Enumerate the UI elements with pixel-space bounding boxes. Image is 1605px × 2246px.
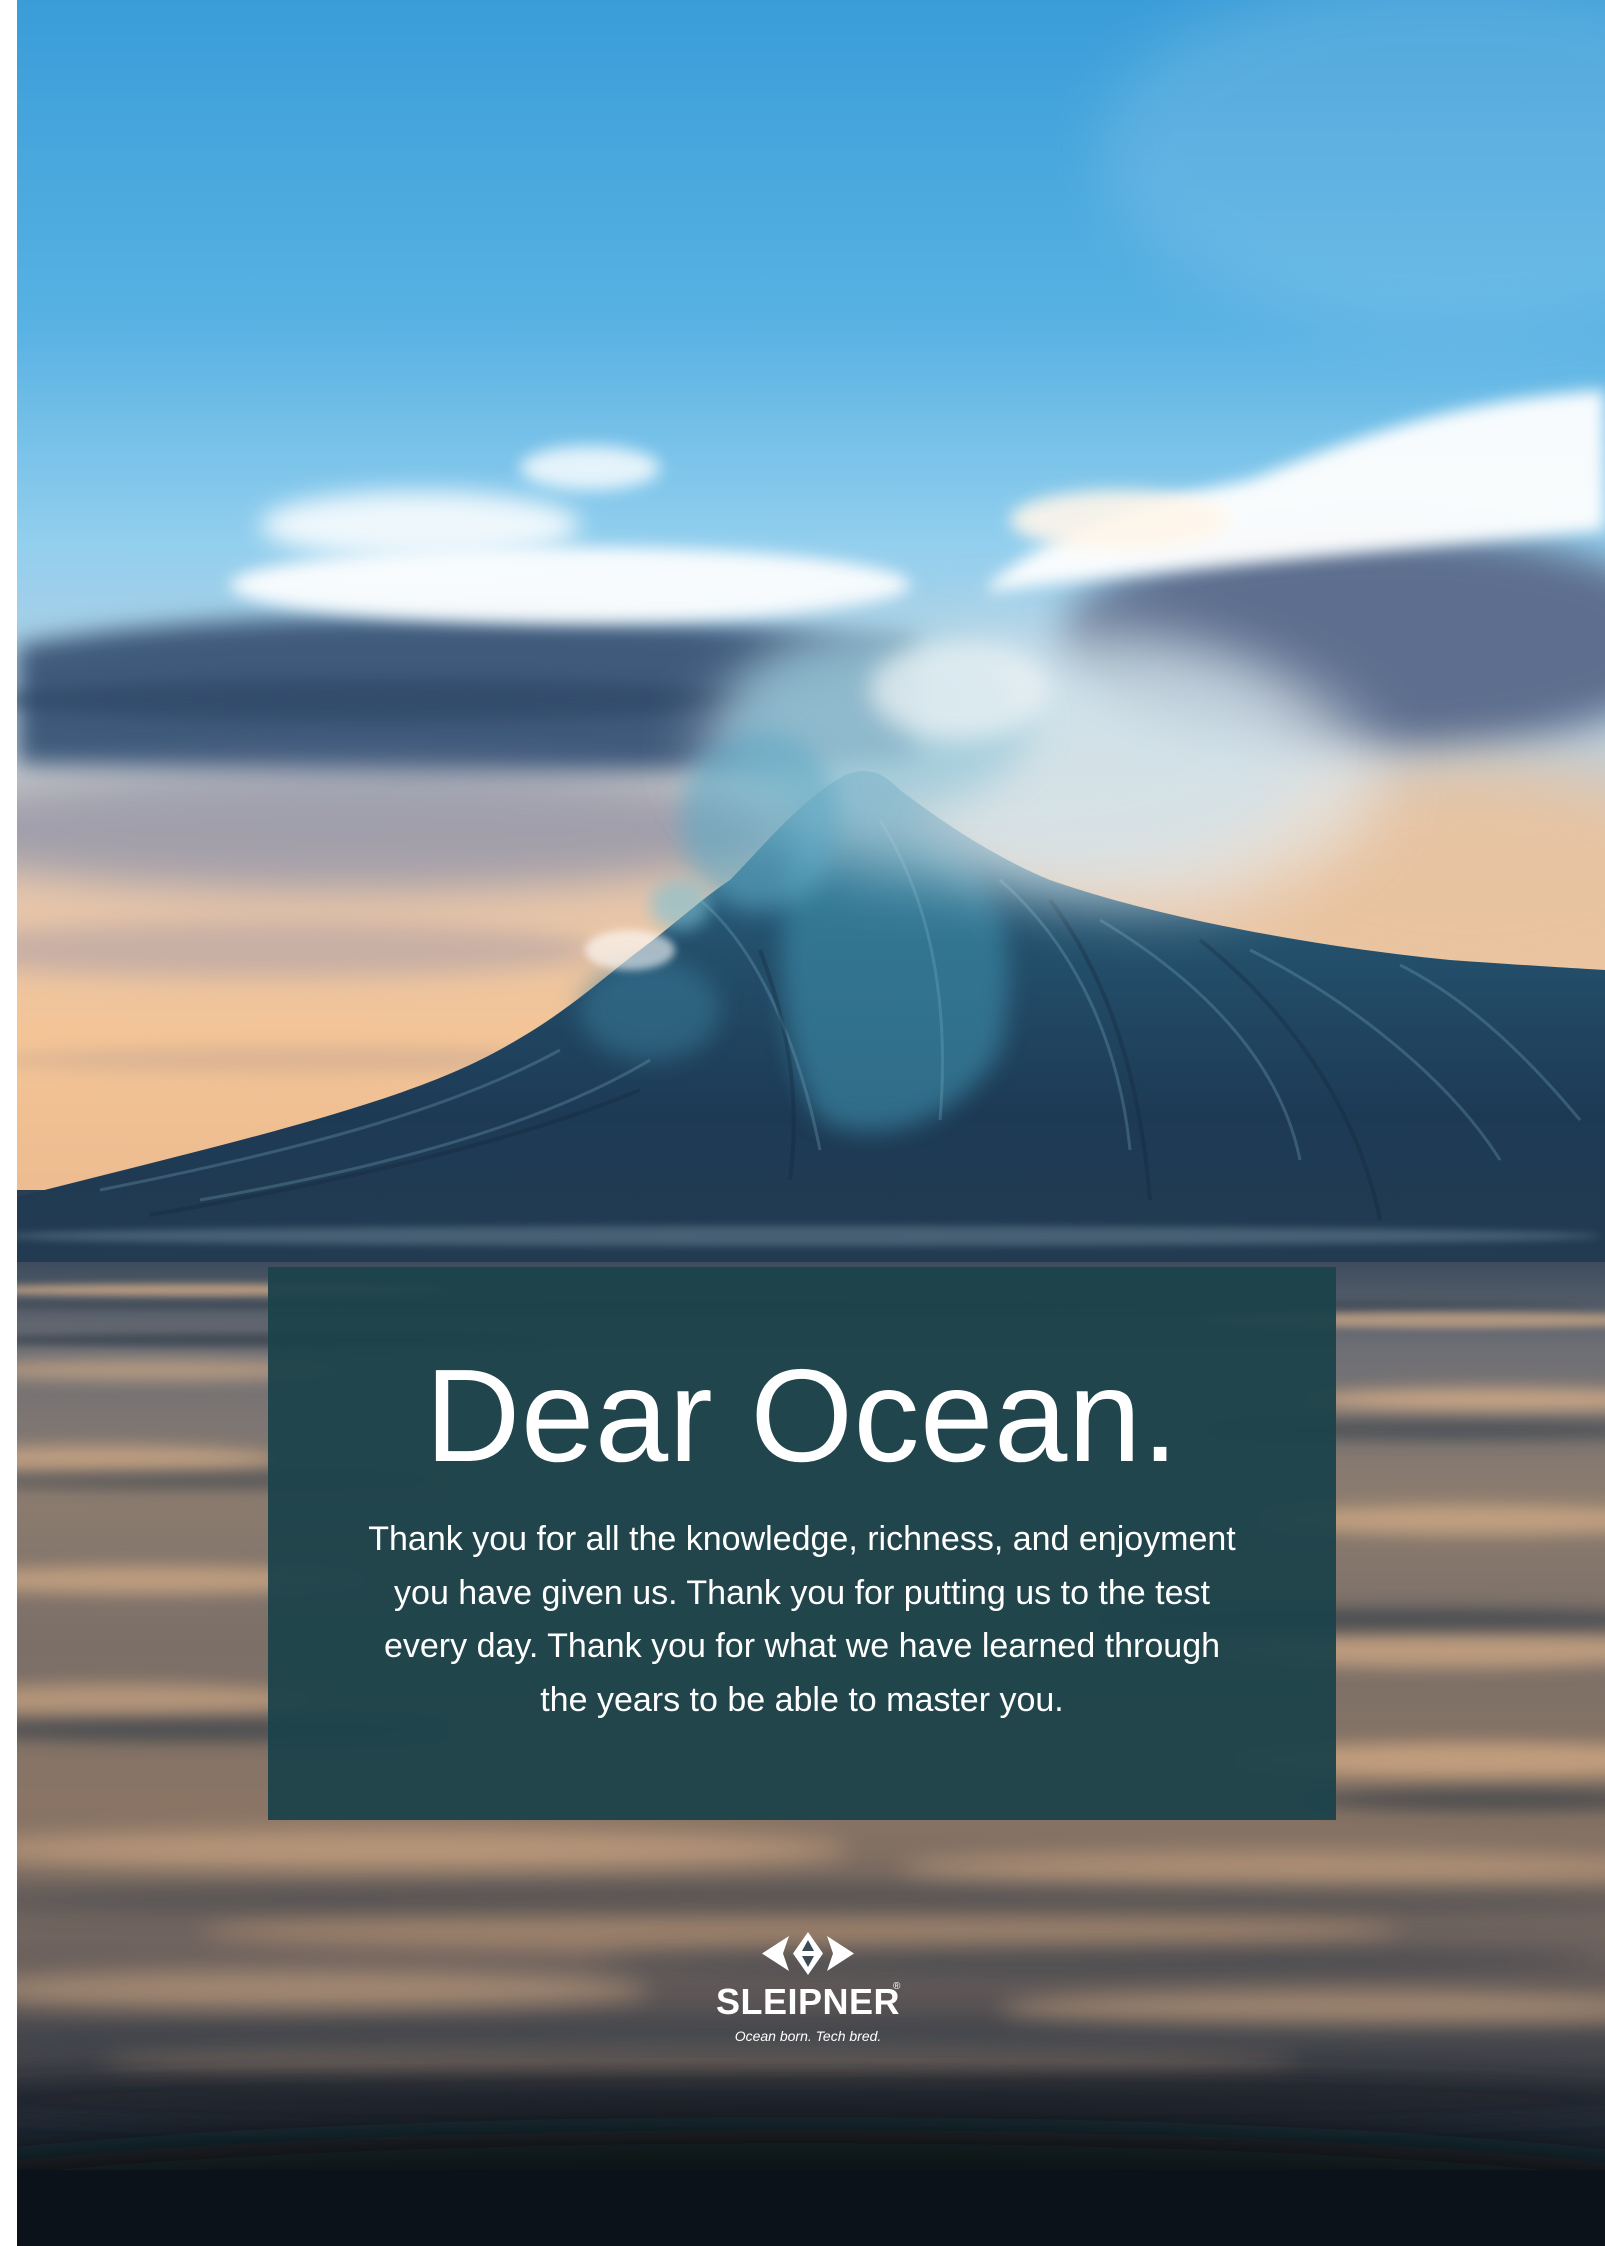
brand-logo: SLEIPNER ® Ocean born. Tech bred. [658,1928,958,2053]
registered-mark: ® [893,1981,901,1992]
card-title: Dear Ocean. [425,1342,1179,1489]
message-card: Dear Ocean. Thank you for all the knowle… [268,1267,1336,1820]
brochure-page: Dear Ocean. Thank you for all the knowle… [0,0,1605,2246]
brand-name: SLEIPNER [715,1981,901,2022]
card-body-line: Thank you for all the knowledge, richnes… [368,1520,1236,1558]
brand-tagline: Ocean born. Tech bred. [734,2028,882,2044]
card-body-line: the years to be able to master you. [540,1680,1064,1719]
background-photo [17,0,1605,2246]
card-body-line: every day. Thank you for what we have le… [383,1627,1221,1665]
card-body-line: you have given us. Thank you for putting… [394,1573,1210,1612]
sleipner-logo-icon [762,1932,854,1975]
card-body: Thank you for all the knowledge, richnes… [268,1513,1336,1727]
